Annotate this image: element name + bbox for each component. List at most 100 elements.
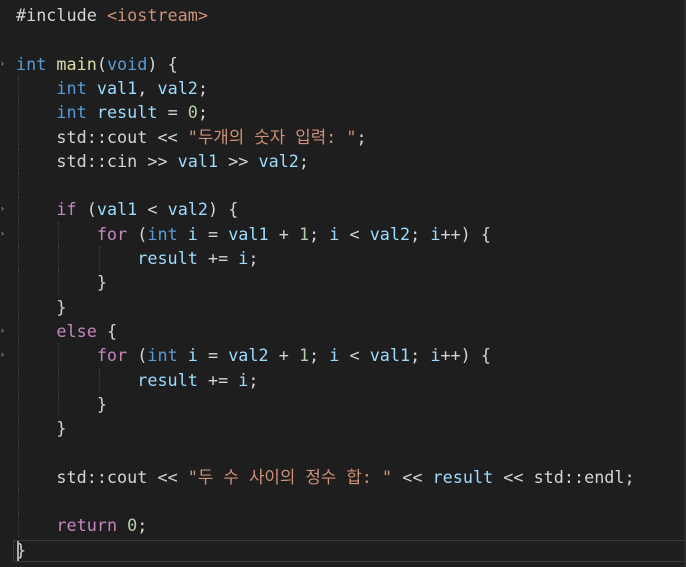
code-token: result [96,102,158,123]
code-token: int [56,77,87,98]
code-line[interactable] [0,173,686,198]
code-token: = [157,102,188,123]
code-token: val1 [96,199,138,220]
code-token: i [238,369,249,390]
code-token: val1 [369,345,411,366]
code-token: ; [309,223,330,244]
code-token: <iostream> [106,5,208,25]
code-token: result [137,369,198,390]
code-line[interactable] [0,27,686,51]
code-token: ) { [147,53,178,74]
code-token: ++) { [440,223,491,244]
code-line[interactable]: int result = 0; [0,100,686,125]
code-token: std::cout << [16,126,188,147]
code-token: ( [96,53,107,74]
code-text: } [16,392,107,416]
code-line[interactable]: result += i; [0,246,686,270]
code-line[interactable]: › for (int i = val2 + 1; i < val1; i++) … [0,343,686,368]
code-line[interactable]: result += i; [0,367,686,392]
code-token: } [16,272,107,293]
code-token: } [16,296,67,317]
code-text: else { [16,319,117,343]
code-token: ++) { [440,345,491,366]
code-text: } [16,295,67,319]
code-token: int [147,223,178,244]
code-token: i [430,345,441,366]
fold-chevron-icon[interactable]: › [0,229,5,238]
code-token: i [187,345,198,366]
code-text: #include <iostream> [16,3,208,27]
code-text: std::cout << "두 수 사이의 정수 합: " << result … [16,465,635,489]
code-text: } [16,416,66,440]
code-line[interactable]: } [0,538,686,562]
code-line[interactable] [0,440,686,465]
code-line[interactable]: › int main(void) { [0,52,686,76]
code-token: = [197,345,229,366]
code-line[interactable]: } [0,416,686,441]
code-token: << std::endl; [493,466,635,487]
code-token: += [197,248,239,268]
code-line[interactable]: std::cin >> val1 >> val2; [0,148,686,173]
code-text: result += i; [16,246,258,270]
code-token: std::cout << [16,466,188,487]
code-token: for [96,345,128,366]
code-token: return [56,515,118,536]
code-text: for (int i = val1 + 1; i < val2; i++) { [16,222,491,246]
code-text: result += i; [16,368,259,392]
code-line[interactable]: › for (int i = val1 + 1; i < val2; i++) … [0,221,686,246]
code-token: ) { [208,199,239,220]
code-token: for [96,223,128,244]
code-line[interactable]: int val1, val2; [0,75,686,100]
code-token: i [238,248,249,268]
code-line[interactable]: } [0,294,686,319]
code-token: "두개의 숫자 입력: " [187,126,357,147]
code-line[interactable]: › else { [0,318,686,343]
code-line[interactable]: #include <iostream> [0,3,686,27]
code-token: if [56,199,77,220]
code-line[interactable]: › if (val1 < val2) { [0,197,686,222]
code-token: val1 [96,77,138,98]
code-token: ( [127,345,148,366]
code-line[interactable] [0,489,686,513]
code-token: , [137,77,158,98]
code-token: i [329,345,340,366]
code-token: 0 [127,515,138,536]
code-text: int result = 0; [16,100,208,124]
code-editor[interactable]: #include <iostream> › int main(void) { int… [0,0,686,567]
code-token: + [268,345,299,366]
code-line[interactable]: } [0,391,686,416]
code-token: ; [248,369,259,390]
code-token: ( [76,199,97,220]
code-token: ; [197,102,208,123]
code-line[interactable]: return 0; [0,513,686,538]
code-text: return 0; [16,513,147,537]
fold-chevron-icon[interactable]: › [0,205,5,213]
code-token: += [197,369,239,390]
code-token: val1 [177,150,219,171]
code-token: = [197,223,229,244]
fold-chevron-icon[interactable]: › [0,351,5,359]
code-token: { [96,320,118,341]
code-token: std::cin >> [16,150,178,171]
code-token: + [268,223,299,244]
fold-chevron-icon[interactable]: › [0,326,5,335]
code-token: #include [16,5,107,25]
code-line[interactable]: } [0,270,686,295]
code-line[interactable]: std::cout << "두 수 사이의 정수 합: " << result … [0,464,686,489]
code-line[interactable]: std::cout << "두개의 숫자 입력: "; [0,124,686,149]
code-token: } [16,393,107,414]
code-token: >> [218,150,259,171]
code-token: i [187,223,198,244]
code-token: ; [197,77,209,98]
fold-chevron-icon[interactable]: › [0,59,5,68]
